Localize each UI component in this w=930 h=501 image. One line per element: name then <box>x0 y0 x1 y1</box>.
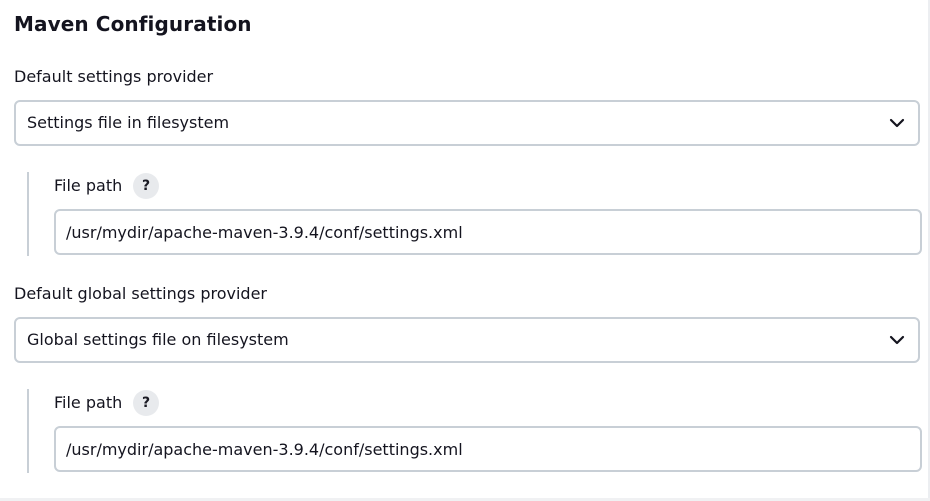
global-settings-provider-select[interactable]: Global settings file on filesystem <box>14 317 920 363</box>
chevron-down-icon <box>889 118 905 128</box>
settings-provider-select[interactable]: Settings file in filesystem <box>14 100 920 146</box>
chevron-down-icon <box>889 335 905 345</box>
global-settings-provider-selected-value: Global settings file on filesystem <box>27 330 289 349</box>
settings-file-path-input[interactable] <box>54 209 922 255</box>
global-settings-file-path-input[interactable] <box>54 426 922 472</box>
settings-provider-label: Default settings provider <box>14 67 214 86</box>
global-settings-provider-label: Default global settings provider <box>14 284 267 303</box>
settings-provider-options: File path ? <box>27 172 923 256</box>
global-settings-provider-options: File path ? <box>27 389 923 473</box>
global-settings-file-path-label: File path <box>54 393 123 412</box>
settings-provider-selected-value: Settings file in filesystem <box>27 113 230 132</box>
section-title: Maven Configuration <box>14 12 252 36</box>
global-settings-file-path-help-icon[interactable]: ? <box>133 390 159 416</box>
settings-file-path-label: File path <box>54 176 123 195</box>
settings-file-path-help-icon[interactable]: ? <box>133 173 159 199</box>
